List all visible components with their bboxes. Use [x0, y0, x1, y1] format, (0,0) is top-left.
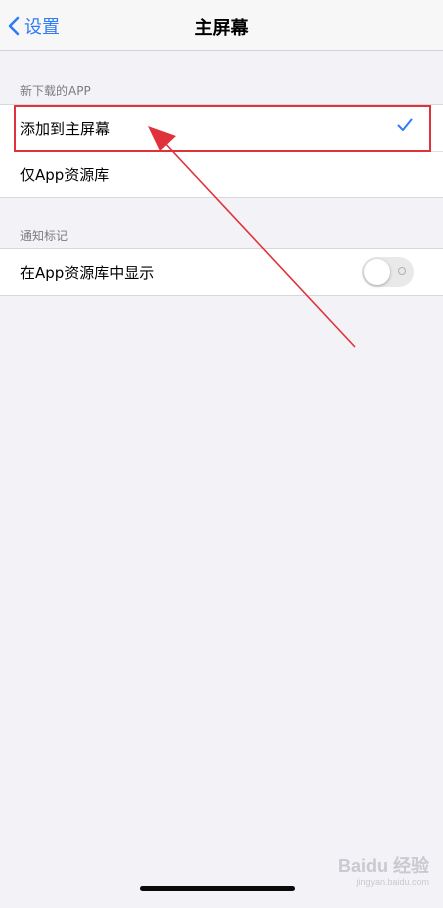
- home-indicator: [140, 886, 295, 891]
- watermark: Baidu 经验 jingyan.baidu.com: [338, 852, 429, 887]
- annotation-arrow: [148, 126, 356, 348]
- watermark-logo: Baidu 经验: [337, 856, 429, 876]
- watermark-url: jingyan.baidu.com: [356, 877, 429, 887]
